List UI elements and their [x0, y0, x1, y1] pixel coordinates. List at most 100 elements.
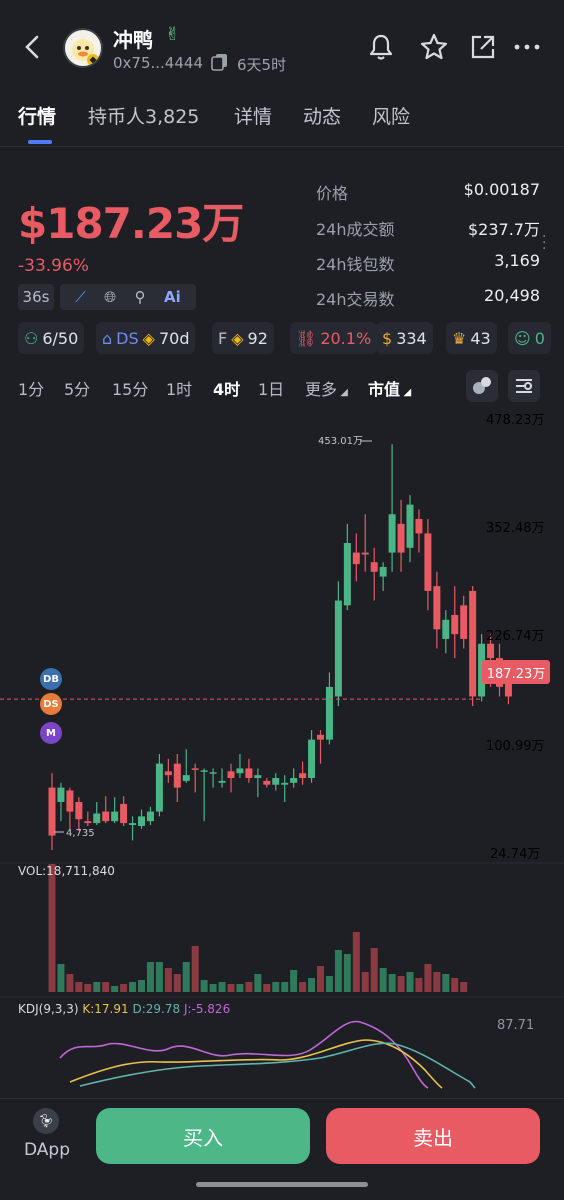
volume-bar: [343, 954, 351, 992]
link-icon: ⛓: [296, 328, 317, 348]
volume-bar: [102, 982, 110, 992]
tab-market[interactable]: 行情: [18, 102, 56, 129]
tf-1h[interactable]: 1时: [166, 376, 192, 400]
dapp-label[interactable]: DApp: [24, 1140, 70, 1160]
person-icon: ⚇: [24, 328, 39, 348]
kdj-d: D:29.78: [132, 1002, 181, 1016]
dev-badge[interactable]: ⌂ DS ◈ 70d: [96, 322, 196, 354]
stat-label: 24h钱包数: [316, 255, 395, 274]
tab-risk[interactable]: 风险: [372, 102, 410, 129]
contract-address[interactable]: 0x75...4444: [113, 54, 203, 72]
stat-label: 价格: [316, 184, 349, 203]
stat-label: 24h成交额: [316, 220, 395, 239]
volume-bar: [308, 978, 316, 992]
share-icon[interactable]: [468, 32, 498, 62]
candle-body: [325, 686, 333, 740]
tf-1m[interactable]: 1分: [18, 376, 44, 400]
volume-bar: [334, 950, 342, 992]
tf-mcap[interactable]: 市值 ◢: [368, 376, 411, 400]
candle-body: [129, 823, 137, 826]
copy-icon[interactable]: [211, 53, 229, 71]
marker-db[interactable]: DB: [40, 668, 62, 690]
stat-row: 24h成交额 $237.7万: [316, 216, 540, 239]
tab-details[interactable]: 详情: [234, 102, 272, 129]
tf-more[interactable]: 更多 ◢: [305, 376, 348, 400]
tf-5m[interactable]: 5分: [64, 376, 90, 400]
candle-body: [227, 771, 235, 779]
top-holders-badge[interactable]: ⛓ 20.1%: [290, 322, 378, 354]
bnb-icon: ◈: [231, 328, 244, 348]
dev-label: DS: [116, 328, 139, 348]
holders-badge[interactable]: ⚇ 6/50: [18, 322, 85, 354]
f-badge[interactable]: F ◈ 92: [212, 322, 274, 354]
marker-m[interactable]: M: [40, 722, 62, 744]
trophy-badge[interactable]: ♛ 43: [446, 322, 497, 354]
candle-body: [120, 803, 128, 824]
globe-icon[interactable]: 🌐︎: [104, 288, 116, 306]
tf-1d[interactable]: 1日: [258, 376, 284, 400]
candle-body: [379, 566, 387, 577]
candle-body: [200, 770, 208, 772]
volume-bar: [254, 974, 262, 992]
refresh-timer[interactable]: 36s: [18, 284, 54, 310]
ai-icon[interactable]: Ai: [164, 288, 181, 306]
candle-body: [451, 614, 459, 635]
volume-bar: [263, 984, 271, 992]
candle-body: [182, 775, 190, 781]
bell-icon[interactable]: [366, 32, 396, 62]
candle-body: [138, 816, 145, 826]
candle-body: [84, 821, 92, 824]
stat-value: $237.7万: [468, 220, 540, 239]
money-value: 334: [396, 328, 427, 348]
candle-body: [352, 552, 360, 565]
money-badge[interactable]: $334: [376, 322, 433, 354]
candle-body: [361, 552, 369, 555]
candle-body: [155, 763, 163, 812]
sell-button[interactable]: 卖出: [326, 1108, 540, 1164]
more-icon[interactable]: [512, 32, 542, 62]
tf-4h[interactable]: 4时: [213, 376, 240, 400]
volume-bar: [406, 972, 414, 992]
volume-bar: [111, 986, 119, 992]
tab-activity[interactable]: 动态: [303, 102, 341, 129]
chart-settings-icon[interactable]: [508, 370, 540, 402]
volume-bar: [227, 984, 235, 992]
smile-badge[interactable]: ☺ 0: [508, 322, 551, 354]
volume-bar: [317, 966, 324, 992]
star-icon[interactable]: [419, 32, 449, 62]
volume-bar: [93, 982, 101, 992]
stat-label: 24h交易数: [316, 290, 395, 309]
candle-body: [173, 763, 181, 788]
volume-bar: [442, 974, 450, 992]
search-icon[interactable]: ⚲: [135, 288, 146, 306]
volume-bar: [164, 968, 172, 992]
volume-bar: [361, 972, 369, 992]
candle-body: [424, 533, 432, 591]
candle-body: [290, 778, 298, 783]
candlestick-chart[interactable]: 478.23万 352.48万 226.74万 100.99万 24.74万 4…: [0, 405, 564, 1095]
dapp-icon[interactable]: 🦆︎: [33, 1108, 59, 1134]
volume-bar: [84, 984, 92, 992]
token-name: 冲鸭: [113, 28, 153, 52]
marker-ds[interactable]: DS: [40, 693, 62, 715]
kdj-lines: [59, 1020, 476, 1089]
volume-bar: [325, 976, 333, 992]
volume-bar: [182, 962, 190, 992]
market-cap: $187.23万: [18, 199, 244, 248]
buy-button[interactable]: 买入: [96, 1108, 310, 1164]
candle-body: [191, 768, 199, 770]
back-button[interactable]: [18, 30, 48, 64]
indicator-icon[interactable]: [466, 370, 498, 402]
feather-icon[interactable]: ⟋: [75, 288, 86, 306]
candle-body: [317, 734, 324, 740]
tab-holders[interactable]: 持币人3,825: [88, 102, 199, 129]
tf-15m[interactable]: 15分: [112, 376, 148, 400]
wave-hand-icon: ✌: [165, 24, 181, 45]
stat-value: 20,498: [484, 286, 540, 305]
candle-body: [254, 775, 262, 779]
volume-bar: [200, 980, 208, 992]
volume-bar: [451, 978, 459, 992]
candle-body: [504, 682, 512, 697]
vertical-more-icon[interactable]: · · ·: [542, 230, 546, 256]
volume-bar: [460, 982, 468, 992]
